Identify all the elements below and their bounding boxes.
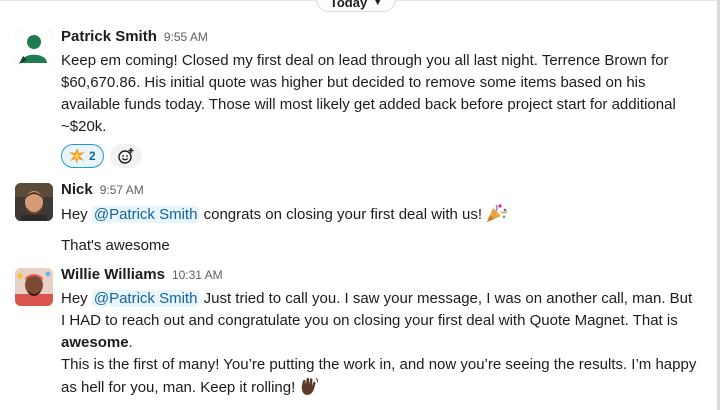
bold-suffix: .	[128, 334, 133, 351]
text-body: congrats on closing your first deal with…	[199, 206, 487, 223]
message-timestamp[interactable]: 9:57 AM	[100, 183, 144, 197]
message-author[interactable]: Patrick Smith	[61, 28, 157, 45]
reaction-collision[interactable]: 2	[61, 144, 104, 168]
message-followup: That's awesome	[61, 237, 170, 254]
avatar[interactable]	[15, 30, 53, 68]
user-photo-icon	[15, 268, 53, 306]
message-text: Keep em coming! Closed my first deal on …	[61, 52, 676, 135]
reactions-bar: 2	[61, 144, 698, 168]
chevron-down-icon: ▼	[373, 0, 383, 7]
reaction-count: 2	[89, 149, 96, 163]
message-text-2: This is the first of many! You’re puttin…	[61, 354, 698, 399]
waving-hand-icon	[302, 377, 319, 395]
user-mention[interactable]: @Patrick Smith	[91, 206, 200, 223]
add-reaction-button[interactable]	[109, 144, 142, 168]
user-photo-icon	[15, 183, 53, 221]
party-popper-icon	[487, 204, 508, 222]
message-timestamp[interactable]: 9:55 AM	[164, 30, 208, 44]
message-text: Hey @Patrick Smith congrats on closing y…	[61, 203, 698, 226]
text-prefix: Hey	[61, 206, 92, 223]
avatar[interactable]	[15, 183, 53, 221]
message-author[interactable]: Nick	[61, 181, 93, 198]
message-text: Hey @Patrick Smith Just tried to call yo…	[61, 288, 698, 354]
message-author[interactable]: Willie Williams	[61, 266, 165, 283]
bold-word: awesome	[61, 334, 129, 351]
add-emoji-icon	[117, 148, 134, 164]
collision-emoji-icon	[69, 148, 85, 164]
date-divider-button[interactable]: Today ▼	[316, 0, 396, 12]
default-user-avatar-icon	[15, 30, 53, 68]
avatar[interactable]	[15, 268, 53, 306]
text-prefix: Hey	[61, 290, 92, 307]
text-body-2: This is the first of many! You’re puttin…	[61, 356, 697, 396]
message-timestamp[interactable]: 10:31 AM	[172, 268, 223, 282]
date-divider-label: Today	[329, 0, 368, 10]
user-mention[interactable]: @Patrick Smith	[91, 290, 200, 307]
